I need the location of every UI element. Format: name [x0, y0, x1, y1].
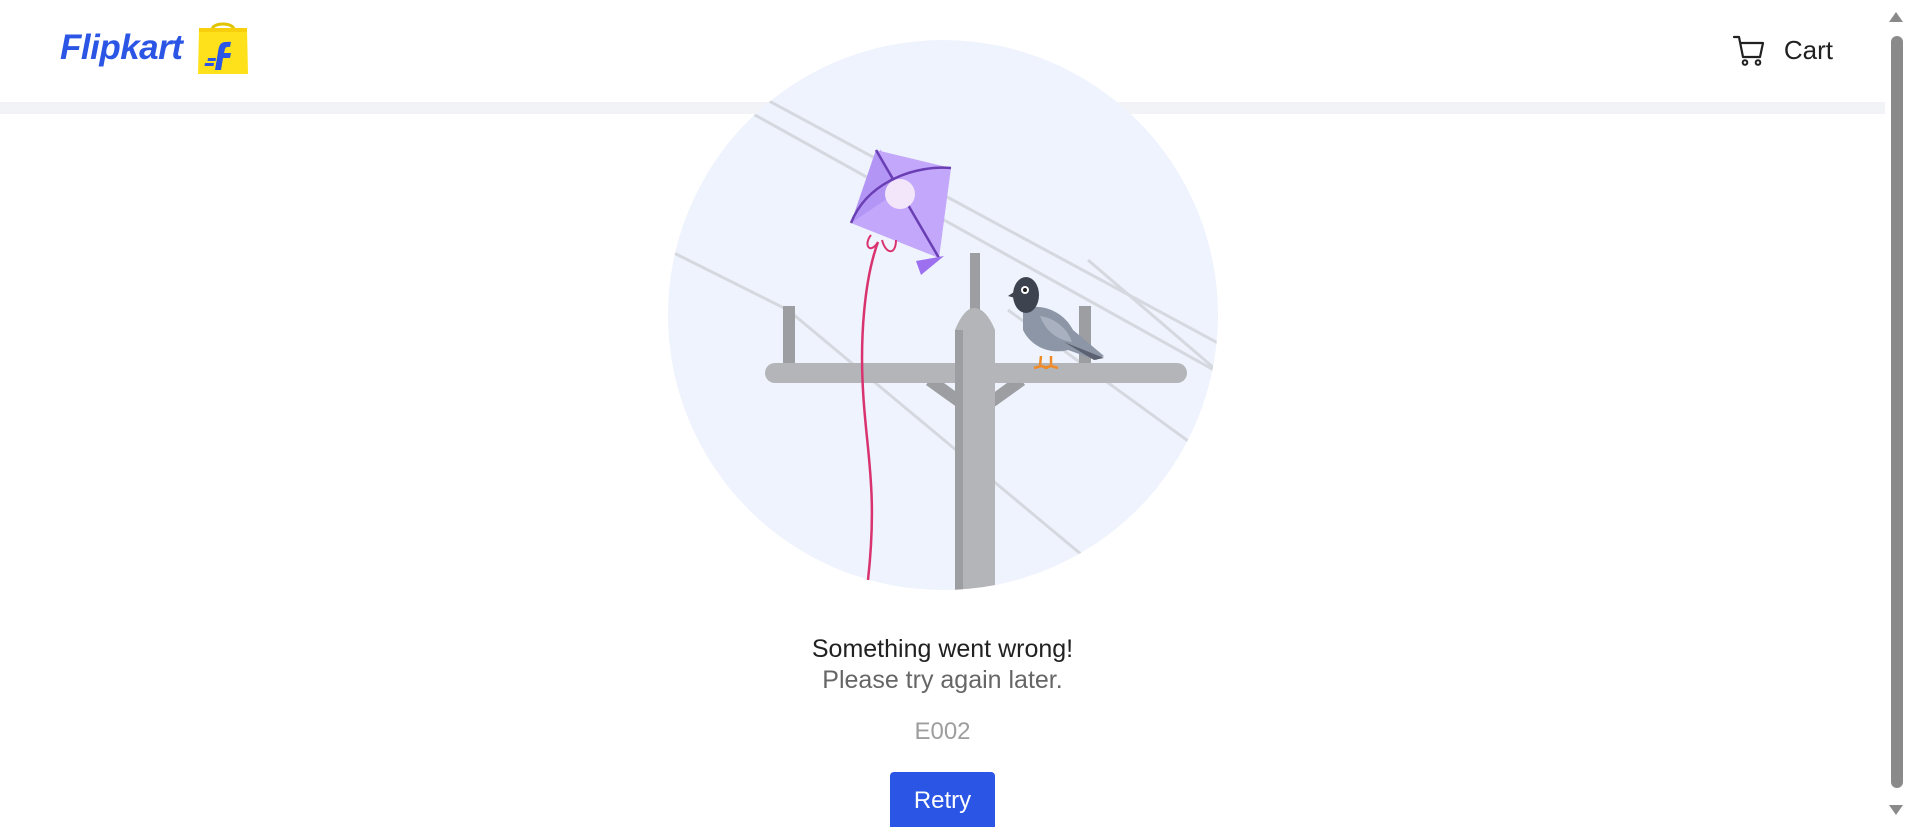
error-message: Something went wrong! Please try again l…: [0, 633, 1885, 695]
flipkart-logo[interactable]: Flipkart: [60, 20, 250, 76]
scroll-thumb[interactable]: [1891, 36, 1903, 788]
error-subtitle: Please try again later.: [822, 666, 1063, 694]
cart-button[interactable]: Cart: [1732, 30, 1833, 70]
logo-text: Flipkart: [60, 28, 183, 67]
retry-button[interactable]: Retry: [890, 772, 995, 827]
scroll-up-arrow-icon[interactable]: [1889, 12, 1903, 22]
vertical-scrollbar[interactable]: [1885, 0, 1908, 827]
error-illustration: [668, 40, 1218, 590]
shopping-cart-icon: [1732, 35, 1764, 66]
cart-label: Cart: [1783, 34, 1833, 65]
error-code: E002: [914, 718, 971, 745]
scroll-down-arrow-icon[interactable]: [1889, 805, 1903, 815]
illustration-background: [668, 40, 1218, 590]
error-page: Flipkart Cart Something went wrong! Plea…: [0, 0, 1908, 827]
flipkart-bag-icon: [198, 22, 249, 74]
error-title: Something went wrong!: [811, 635, 1074, 663]
